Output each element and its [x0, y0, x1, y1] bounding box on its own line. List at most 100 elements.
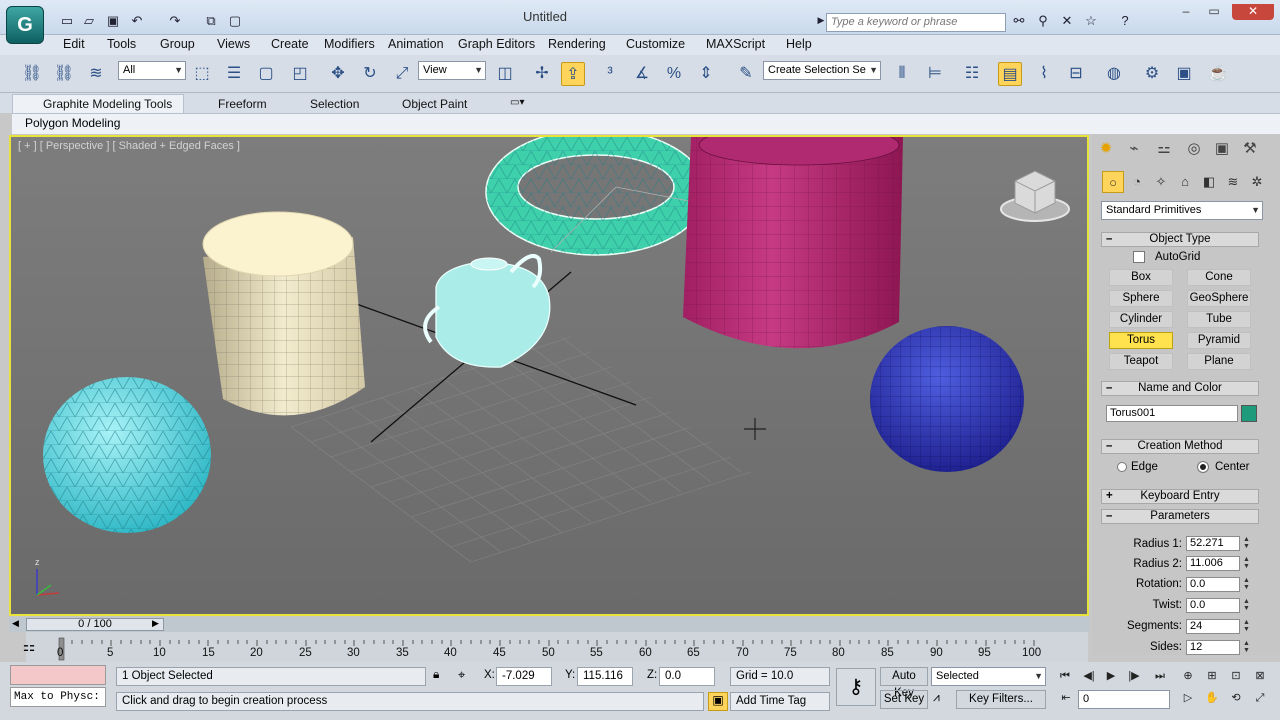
next-frame-icon[interactable]: |▶ — [1124, 668, 1144, 685]
time-slider[interactable]: 0 / 100 — [26, 618, 164, 631]
menu-graph-editors[interactable]: Graph Editors — [458, 37, 535, 51]
twist-spinner-icon[interactable]: ▲ ▼ — [1242, 598, 1251, 613]
hold-icon[interactable]: ⧉ — [202, 12, 220, 29]
z-coordinate-field[interactable]: 0.0 — [659, 667, 715, 686]
search-input[interactable]: Type a keyword or phrase — [826, 13, 1006, 32]
motion-tab-icon[interactable]: ◎ — [1182, 138, 1206, 160]
pan-view-icon[interactable]: ✋ — [1202, 690, 1222, 707]
torus-object[interactable] — [485, 137, 707, 256]
curve-editor-icon[interactable]: ⌇ — [1032, 62, 1056, 86]
select-and-scale-icon[interactable]: ⤢ — [390, 62, 414, 86]
time-next-icon[interactable]: ▶ — [152, 618, 159, 629]
twist-field[interactable]: 0.0 — [1186, 598, 1240, 613]
teapot-object[interactable] — [423, 254, 551, 368]
teapot-button[interactable]: Teapot — [1109, 353, 1173, 370]
orbit-icon[interactable]: ⟲ — [1226, 690, 1246, 707]
geosphere-button[interactable]: GeoSphere — [1187, 290, 1251, 307]
zoom-all-icon[interactable]: ⊞ — [1202, 668, 1222, 685]
save-icon[interactable]: ▣ — [104, 12, 122, 29]
maxscript-listener-top[interactable] — [10, 665, 106, 685]
creation-method-rollout[interactable]: – Creation Method — [1101, 439, 1259, 454]
edge-radio[interactable] — [1117, 462, 1127, 472]
tab-selection[interactable]: Selection — [310, 97, 359, 111]
y-coordinate-field[interactable]: 115.116 — [577, 667, 633, 686]
bind-to-space-warp-icon[interactable]: ≋ — [84, 62, 108, 86]
sphere-button[interactable]: Sphere — [1109, 290, 1173, 307]
manipulate-icon[interactable]: ✢ — [530, 62, 554, 86]
menu-modifiers[interactable]: Modifiers — [324, 37, 375, 51]
play-icon[interactable]: ▶ — [1101, 668, 1121, 685]
tab-freeform[interactable]: Freeform — [218, 97, 267, 111]
modify-tab-icon[interactable]: ⌁ — [1122, 138, 1146, 160]
polygon-modeling-panel[interactable]: Polygon Modeling — [25, 116, 120, 130]
radius2-field[interactable]: 11.006 — [1186, 556, 1240, 571]
previous-frame-icon[interactable]: ◀| — [1079, 668, 1099, 685]
systems-icon[interactable]: ✲ — [1246, 171, 1268, 193]
parameters-rollout[interactable]: – Parameters — [1101, 509, 1259, 524]
sides-spinner-icon[interactable]: ▲ ▼ — [1242, 640, 1251, 655]
add-time-tag-button[interactable]: Add Time Tag — [730, 692, 830, 711]
radius2-spinner-icon[interactable]: ▲ ▼ — [1242, 556, 1251, 571]
zoom-extents-all-icon[interactable]: ⊠ — [1250, 668, 1270, 685]
geosphere-object[interactable] — [43, 377, 211, 533]
close-icon[interactable]: ✕ — [1232, 4, 1274, 20]
sphere-object[interactable] — [870, 326, 1024, 472]
tube-button[interactable]: Tube — [1187, 311, 1251, 328]
percent-snap-icon[interactable]: % — [662, 62, 686, 86]
name-and-color-rollout[interactable]: – Name and Color — [1101, 381, 1259, 396]
new-file-icon[interactable]: ▭ — [58, 12, 76, 29]
schematic-view-icon[interactable]: ⊟ — [1064, 62, 1088, 86]
set-key-icon[interactable]: ⚷ — [836, 668, 876, 706]
select-object-icon[interactable]: ⬚ — [190, 62, 214, 86]
maxscript-listener-input[interactable]: Max to Physc: — [10, 687, 106, 707]
box-button[interactable]: Box — [1109, 269, 1173, 286]
key-filters-button[interactable]: Key Filters... — [956, 690, 1046, 709]
layer-manager-icon[interactable]: ☷ — [960, 62, 984, 86]
track-bar[interactable] — [26, 632, 1088, 662]
select-and-link-icon[interactable]: ⛓ — [20, 62, 44, 86]
geometry-icon[interactable]: ○ — [1102, 171, 1124, 193]
viewport-label[interactable]: [ + ] [ Perspective ] [ Shaded + Edged F… — [18, 140, 240, 152]
pivot-center-icon[interactable]: ◫ — [493, 62, 517, 86]
cylinder-button[interactable]: Cylinder — [1109, 311, 1173, 328]
set-key-button[interactable]: Set Key — [880, 690, 928, 709]
auto-key-button[interactable]: Auto Key — [880, 667, 928, 699]
default-tangent-icon[interactable]: ⩘ — [933, 690, 951, 705]
tab-graphite-modeling-tools[interactable]: Graphite Modeling Tools — [43, 97, 172, 111]
object-name-field[interactable]: Torus001 — [1106, 405, 1238, 422]
sides-field[interactable]: 12 — [1186, 640, 1240, 655]
select-and-move-icon[interactable]: ✥ — [326, 62, 350, 86]
radius1-spinner-icon[interactable]: ▲ ▼ — [1242, 536, 1251, 551]
undo-icon[interactable]: ↶ — [128, 12, 146, 29]
binoculars-icon[interactable]: ⚯ — [1010, 12, 1028, 29]
communication-center-icon[interactable]: ⚲ — [1034, 12, 1052, 29]
segments-field[interactable]: 24 — [1186, 619, 1240, 634]
create-tab-icon[interactable]: ✹ — [1094, 138, 1118, 160]
keyboard-entry-rollout[interactable]: + Keyboard Entry — [1101, 489, 1259, 504]
angle-snap-icon[interactable]: ∡ — [630, 62, 654, 86]
rendered-frame-icon[interactable]: ▣ — [1172, 62, 1196, 86]
select-by-name-icon[interactable]: ☰ — [222, 62, 246, 86]
maximize-icon[interactable]: ▭ — [1200, 4, 1228, 20]
named-selection-sets-dropdown[interactable]: Create Selection Se ▼ — [763, 61, 881, 80]
keyboard-shortcut-override-icon[interactable]: ⇪ — [561, 62, 585, 86]
tab-object-paint[interactable]: Object Paint — [402, 97, 467, 111]
unlink-icon[interactable]: ⛓ — [52, 62, 76, 86]
hierarchy-tab-icon[interactable]: ⚍ — [1152, 138, 1176, 160]
go-to-end-icon[interactable]: ⏭ — [1150, 668, 1170, 685]
project-folder-icon[interactable]: ▢ — [226, 12, 244, 29]
open-file-icon[interactable]: ▱ — [80, 12, 98, 29]
field-of-view-icon[interactable]: ▷ — [1178, 690, 1198, 707]
open-mini-curve-editor-icon[interactable]: ⚏ — [18, 638, 40, 658]
edit-named-selection-icon[interactable]: ✎ — [734, 62, 758, 86]
segments-spinner-icon[interactable]: ▲ ▼ — [1242, 619, 1251, 634]
snaps-toggle-icon[interactable]: ³ — [598, 62, 622, 86]
window-crossing-icon[interactable]: ◰ — [288, 62, 312, 86]
render-production-icon[interactable]: ☕ — [1206, 62, 1230, 86]
menu-maxscript[interactable]: MAXScript — [706, 37, 765, 51]
reference-coordinate-dropdown[interactable]: View ▼ — [418, 61, 486, 80]
tools-icon[interactable]: ✕ — [1058, 12, 1076, 29]
torus-button[interactable]: Torus — [1109, 332, 1173, 349]
key-mode-toggle-icon[interactable]: ⇤ — [1056, 690, 1076, 707]
align-icon[interactable]: ⊨ — [923, 62, 947, 86]
